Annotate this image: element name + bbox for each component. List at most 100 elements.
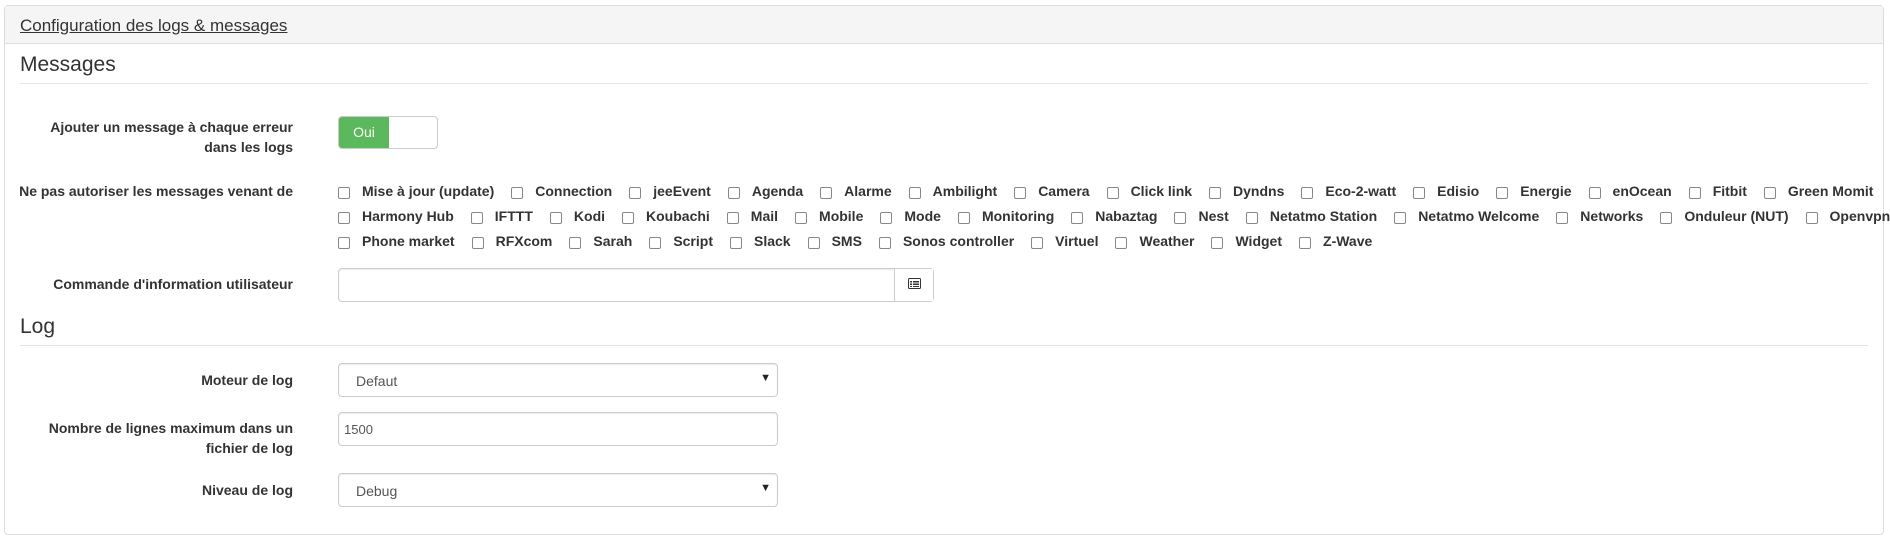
user-info-command-input[interactable] [339,269,895,301]
checkbox[interactable] [1211,236,1224,249]
select-command-button[interactable] [894,269,933,301]
log-engine-value: Defaut [356,373,398,389]
checkbox[interactable] [1209,186,1222,199]
checkbox[interactable] [730,236,742,249]
panel-title-link[interactable]: Configuration des logs & messages [20,16,287,36]
plugin-checkbox-item[interactable]: Onduleur (NUT) [1660,208,1789,224]
checkbox[interactable] [511,186,524,199]
plugin-checkbox-item[interactable]: Phone market [338,233,455,249]
checkbox-row: Harmony Hub IFTTT Kodi Koubachi Mail Mobile Mo… [338,203,1890,228]
plugin-checkbox-item[interactable]: Sarah [569,233,632,249]
plugin-checkbox-item[interactable]: Script [649,233,713,249]
plugin-checkbox-item[interactable]: Energie [1496,183,1572,199]
plugin-checkbox-item[interactable]: Nabaztag [1071,208,1157,224]
plugin-checkbox-item[interactable]: Koubachi [622,208,710,224]
checkbox[interactable] [1588,186,1601,199]
checkbox[interactable] [622,211,635,224]
checkbox[interactable] [470,211,483,224]
plugin-checkbox-item[interactable]: Weather [1115,233,1194,249]
checkbox[interactable] [1688,186,1701,199]
checkbox[interactable] [1413,186,1426,199]
plugin-checkbox-item[interactable]: enOcean [1588,183,1672,199]
plugin-checkbox-item[interactable]: Click link [1106,182,1193,199]
checkbox[interactable] [795,211,808,224]
checkbox[interactable] [1174,211,1187,224]
plugin-checkbox-item[interactable]: IFTTT [470,208,533,224]
checkbox[interactable] [1245,211,1258,224]
panel-heading: Configuration des logs & messages [5,6,1883,44]
checkbox[interactable] [820,186,833,199]
checkbox[interactable] [629,186,642,199]
plugin-checkbox-item[interactable]: Netatmo Station [1245,208,1377,224]
checkbox[interactable] [338,186,350,199]
checkbox-label: Click link [1130,182,1193,199]
checkbox[interactable] [878,236,891,249]
plugin-checkbox-item[interactable]: Monitoring [957,208,1054,224]
checkbox[interactable] [1763,186,1776,199]
plugin-checkbox-item[interactable]: Sonos controller [878,233,1014,249]
checkbox[interactable] [726,211,739,224]
checkbox[interactable] [471,236,484,249]
max-lines-input[interactable]: 1500 [338,412,778,446]
checkbox[interactable] [649,236,662,249]
checkbox[interactable] [1805,211,1818,224]
plugin-checkbox-item[interactable]: Dyndns [1209,183,1284,199]
plugin-checkbox-item[interactable]: Netatmo Welcome [1394,208,1539,224]
log-engine-select[interactable]: Defaut ▼ [338,363,778,397]
plugin-checkbox-item[interactable]: Slack [730,233,791,249]
checkbox[interactable] [1106,186,1119,199]
checkbox[interactable] [880,211,893,224]
checkbox-label: Agenda [751,182,804,199]
log-legend: Log [20,315,56,338]
add-error-message-toggle[interactable]: Oui [338,116,438,149]
plugin-checkbox-item[interactable]: Mobile [795,208,863,224]
checkbox[interactable] [807,236,820,249]
plugin-checkbox-item[interactable]: Harmony Hub [338,208,454,224]
log-level-select[interactable]: Debug ▼ [338,473,778,507]
checkbox[interactable] [1031,236,1044,249]
checkbox[interactable] [908,186,921,199]
plugin-checkbox-item[interactable]: Edisio [1413,183,1479,199]
checkbox[interactable] [957,211,970,224]
plugin-checkbox-item[interactable]: Mode [880,208,941,224]
plugin-checkbox-item[interactable]: Alarme [820,183,892,199]
checkbox[interactable] [549,211,562,224]
plugin-checkbox-item[interactable]: Connection [511,183,612,199]
checkbox[interactable] [569,236,582,249]
plugin-checkbox-item[interactable]: Fitbit [1688,183,1747,199]
checkbox[interactable] [1301,186,1314,199]
plugin-checkbox-item[interactable]: Z-Wave [1299,233,1372,249]
plugin-checkbox-item[interactable]: Mise à jour (update) [338,183,494,199]
checkbox-label: Ambilight [932,182,998,199]
plugin-checkbox-item[interactable]: Kodi [549,207,606,224]
log-level-value: Debug [356,483,398,499]
checkbox[interactable] [727,186,740,199]
checkbox[interactable] [1496,186,1509,199]
plugin-checkbox-item[interactable]: Nest [1174,208,1229,224]
plugin-checkbox-item[interactable]: RFXcom [471,233,552,249]
plugin-checkbox-item[interactable]: jeeEvent [629,183,711,199]
checkbox[interactable] [1071,211,1084,224]
plugin-checkbox-item[interactable]: SMS [807,233,862,249]
checkbox-label: Kodi [573,207,606,224]
block-messages-label: Ne pas autoriser les messages venant de [19,183,293,199]
checkbox[interactable] [338,236,350,249]
checkbox[interactable] [1014,186,1027,199]
checkbox[interactable] [1556,211,1569,224]
plugin-checkbox-item[interactable]: Virtuel [1031,233,1098,249]
checkbox[interactable] [1299,236,1312,249]
plugin-checkbox-item[interactable]: Mail [726,208,778,224]
plugin-checkbox-item[interactable]: Networks [1556,208,1643,224]
checkbox[interactable] [1115,236,1128,249]
checkbox[interactable] [1394,211,1407,224]
plugin-checkbox-item[interactable]: Widget [1211,233,1282,249]
caret-down-icon: ▼ [760,372,771,384]
checkbox[interactable] [1660,211,1673,224]
plugin-checkbox-item[interactable]: Agenda [727,182,804,199]
plugin-checkbox-item[interactable]: Ambilight [908,182,998,199]
plugin-checkbox-item[interactable]: Green Momit [1763,183,1873,199]
checkbox[interactable] [338,211,350,224]
plugin-checkbox-item[interactable]: Camera [1014,183,1090,199]
plugin-checkbox-item[interactable]: Eco-2-watt [1301,183,1396,199]
plugin-checkbox-item[interactable]: Openvpn [1805,208,1890,224]
